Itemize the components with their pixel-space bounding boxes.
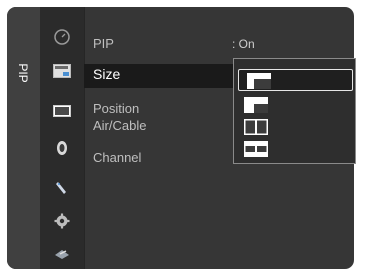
- input-icon[interactable]: [51, 245, 73, 263]
- size-option-double-split-wide[interactable]: [236, 138, 351, 158]
- size-option-double-split[interactable]: [236, 116, 351, 136]
- size-dropdown: [233, 58, 356, 164]
- double-split-size-icon: [244, 119, 268, 135]
- menu-item-value: : On: [232, 37, 255, 51]
- double-split-wide-size-icon: [244, 141, 268, 157]
- remote-icon[interactable]: [51, 179, 73, 197]
- menu-item-label: Channel: [93, 150, 142, 165]
- menu-item-label: Size: [93, 66, 121, 82]
- settings-gear-icon[interactable]: [51, 212, 73, 230]
- screen-icon[interactable]: [51, 102, 73, 120]
- menu-title-strip: PIP: [7, 7, 40, 269]
- size-option-small-inset[interactable]: [236, 94, 351, 114]
- large-inset-size-icon: [247, 73, 271, 89]
- pip-icon[interactable]: [51, 62, 73, 80]
- menu-item-pip[interactable]: PIP : On: [84, 33, 354, 55]
- small-inset-size-icon: [244, 97, 268, 113]
- menu-item-label: Position: [93, 101, 140, 116]
- menu-icon-column: [40, 7, 84, 269]
- size-option-large-inset[interactable]: [238, 69, 353, 91]
- clock-icon[interactable]: [51, 28, 73, 46]
- menu-item-label: PIP: [93, 36, 114, 51]
- sound-icon[interactable]: [51, 139, 73, 157]
- menu-title: PIP: [16, 63, 30, 83]
- menu-item-label: Air/Cable: [93, 118, 147, 133]
